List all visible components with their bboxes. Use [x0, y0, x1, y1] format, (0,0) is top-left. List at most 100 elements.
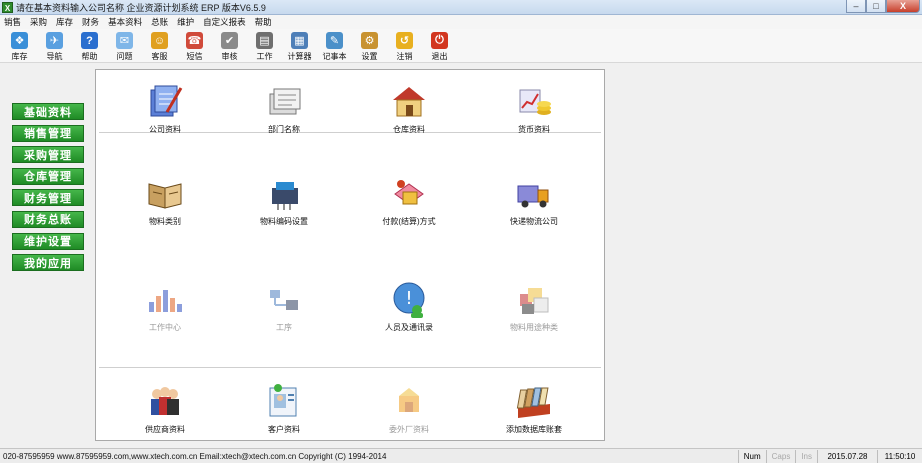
toolbar-label: 短信 — [186, 52, 203, 61]
divider — [99, 367, 601, 368]
module-work-center[interactable]: 工作中心 — [110, 280, 220, 333]
material-category-icon — [145, 174, 185, 212]
toolbar-label: 计算器 — [287, 52, 312, 61]
toolbar-button-8[interactable]: ▦ 计算器 — [282, 29, 317, 63]
app-icon: X — [2, 1, 13, 13]
svg-text:!: ! — [405, 288, 412, 309]
menu-inventory[interactable]: 库存 — [56, 16, 73, 28]
sidebar-item-finance[interactable]: 财务管理 — [12, 189, 84, 207]
module-label: 物料用途种类 — [510, 323, 558, 332]
material-usage-icon — [514, 280, 554, 318]
sidebar: 基础资料 销售管理 采购管理 仓库管理 财务管理 财务总账 维护设置 我的应用 — [12, 103, 84, 276]
status-info: 020-87595959 www.87595959.com,www.xtech.… — [3, 451, 387, 461]
module-supplier[interactable]: 供应商资料 — [110, 382, 220, 435]
module-label: 付款(结算)方式 — [382, 217, 436, 226]
toolbar-button-10[interactable]: ⚙ 设置 — [352, 29, 387, 63]
sidebar-item-my-apps[interactable]: 我的应用 — [12, 254, 84, 272]
toolbar-button-4[interactable]: ☺ 客服 — [142, 29, 177, 63]
toolbar-button-6[interactable]: ✔ 审核 — [212, 29, 247, 63]
title-bar: X 请在基本资料输入公司名称 企业资源计划系统 ERP 版本V6.5.9 – □… — [0, 0, 922, 15]
module-label: 客户资料 — [268, 425, 300, 434]
module-contacts[interactable]: ! 人员及通讯录 — [354, 280, 464, 333]
menu-purchase[interactable]: 采购 — [30, 16, 47, 28]
exit-icon: ⏻ — [431, 32, 448, 49]
toolbar-button-7[interactable]: ▤ 工作 — [247, 29, 282, 63]
module-database[interactable]: 添加数据库账套 — [479, 382, 589, 435]
warehouse-icon — [389, 82, 429, 120]
module-label: 人员及通讯录 — [385, 323, 433, 332]
module-payment-method[interactable]: 付款(结算)方式 — [354, 174, 464, 227]
supplier-icon — [145, 382, 185, 420]
toolbar-button-9[interactable]: ✎ 记事本 — [317, 29, 352, 63]
database-icon — [514, 382, 554, 420]
work-icon: ▤ — [256, 32, 273, 49]
toolbar: ❖ 库存 ✈ 导航? 帮助 ✉ 问题 ☺ 客服 ☎ 短信 ✔ 审核 ▤ 工作 ▦ 计算器 ✎ 记事本 ⚙ 设置 ↺ 注销 ⏻ 退… — [0, 29, 922, 63]
toolbar-label: 设置 — [361, 52, 378, 61]
department-icon — [264, 82, 304, 120]
module-label: 部门名称 — [268, 125, 300, 134]
toolbar-button-11[interactable]: ↺ 注销 — [387, 29, 422, 63]
sidebar-item-warehouse[interactable]: 仓库管理 — [12, 167, 84, 185]
menu-sales[interactable]: 销售 — [4, 16, 21, 28]
menu-ledger[interactable]: 总账 — [151, 16, 168, 28]
toolbar-button-2[interactable]: ? 帮助 — [72, 29, 107, 63]
window-title: 请在基本资料输入公司名称 企业资源计划系统 ERP 版本V6.5.9 — [16, 2, 266, 13]
module-label: 物料编码设置 — [260, 217, 308, 226]
maximize-button[interactable]: □ — [866, 0, 886, 13]
minimize-button[interactable]: – — [846, 0, 866, 13]
module-logistics[interactable]: 快递物流公司 — [479, 174, 589, 227]
toolbar-label: 客服 — [151, 52, 168, 61]
module-customer[interactable]: 客户资料 — [229, 382, 339, 435]
module-currency[interactable]: 货币资料 — [479, 82, 589, 135]
settings-icon: ⚙ — [361, 32, 378, 49]
module-outsource[interactable]: 委外厂资料 — [354, 382, 464, 435]
sms-icon: ☎ — [186, 32, 203, 49]
close-button[interactable]: X — [886, 0, 920, 13]
question-icon: ✉ — [116, 32, 133, 49]
menu-maintenance[interactable]: 维护 — [177, 16, 194, 28]
status-time: 11:50:10 — [877, 449, 922, 463]
company-info-icon — [145, 82, 185, 120]
sidebar-item-maintenance[interactable]: 维护设置 — [12, 232, 84, 250]
module-label: 仓库资料 — [393, 125, 425, 134]
module-company-info[interactable]: 公司资料 — [110, 82, 220, 135]
module-panel: 公司资料 部门名称 仓库资料 货币资料物料类别 物料编码设置 付款(结算)方式 快递物流公司… — [95, 69, 605, 441]
audit-icon: ✔ — [221, 32, 238, 49]
toolbar-button-5[interactable]: ☎ 短信 — [177, 29, 212, 63]
toolbar-button-12[interactable]: ⏻ 退出 — [422, 29, 457, 63]
sidebar-item-sales[interactable]: 销售管理 — [12, 124, 84, 142]
inventory-icon: ❖ — [11, 32, 28, 49]
module-process[interactable]: 工序 — [229, 280, 339, 333]
num-lock-indicator: Num — [737, 449, 766, 463]
status-bar: 020-87595959 www.87595959.com,www.xtech.… — [0, 448, 922, 463]
menu-help[interactable]: 帮助 — [255, 16, 272, 28]
logout-icon: ↺ — [396, 32, 413, 49]
toolbar-label: 问题 — [116, 52, 133, 61]
insert-indicator: Ins — [795, 449, 817, 463]
sidebar-item-purchase[interactable]: 采购管理 — [12, 146, 84, 164]
notepad-icon: ✎ — [326, 32, 343, 49]
toolbar-label: 审核 — [221, 52, 238, 61]
toolbar-button-3[interactable]: ✉ 问题 — [107, 29, 142, 63]
module-label: 添加数据库账套 — [506, 425, 562, 434]
menu-basic-data[interactable]: 基本资料 — [108, 16, 142, 28]
toolbar-button-0[interactable]: ❖ 库存 — [2, 29, 37, 63]
menu-custom-report[interactable]: 自定义报表 — [203, 16, 246, 28]
module-warehouse[interactable]: 仓库资料 — [354, 82, 464, 135]
module-label: 货币资料 — [518, 125, 550, 134]
module-material-category[interactable]: 物料类别 — [110, 174, 220, 227]
module-material-code[interactable]: 物料编码设置 — [229, 174, 339, 227]
module-material-usage[interactable]: 物料用途种类 — [479, 280, 589, 333]
toolbar-button-1[interactable]: ✈ 导航 — [37, 29, 72, 63]
module-label: 公司资料 — [149, 125, 181, 134]
menu-finance[interactable]: 财务 — [82, 16, 99, 28]
toolbar-label: 退出 — [431, 52, 448, 61]
contacts-icon: ! — [389, 280, 429, 318]
sidebar-item-ledger[interactable]: 财务总账 — [12, 210, 84, 228]
toolbar-label: 帮助 — [81, 52, 98, 61]
window-controls: – □ X — [846, 0, 920, 13]
work-center-icon — [145, 280, 185, 318]
module-department[interactable]: 部门名称 — [229, 82, 339, 135]
sidebar-item-basic-data[interactable]: 基础资料 — [12, 103, 84, 120]
caps-lock-indicator: Caps — [765, 449, 796, 463]
